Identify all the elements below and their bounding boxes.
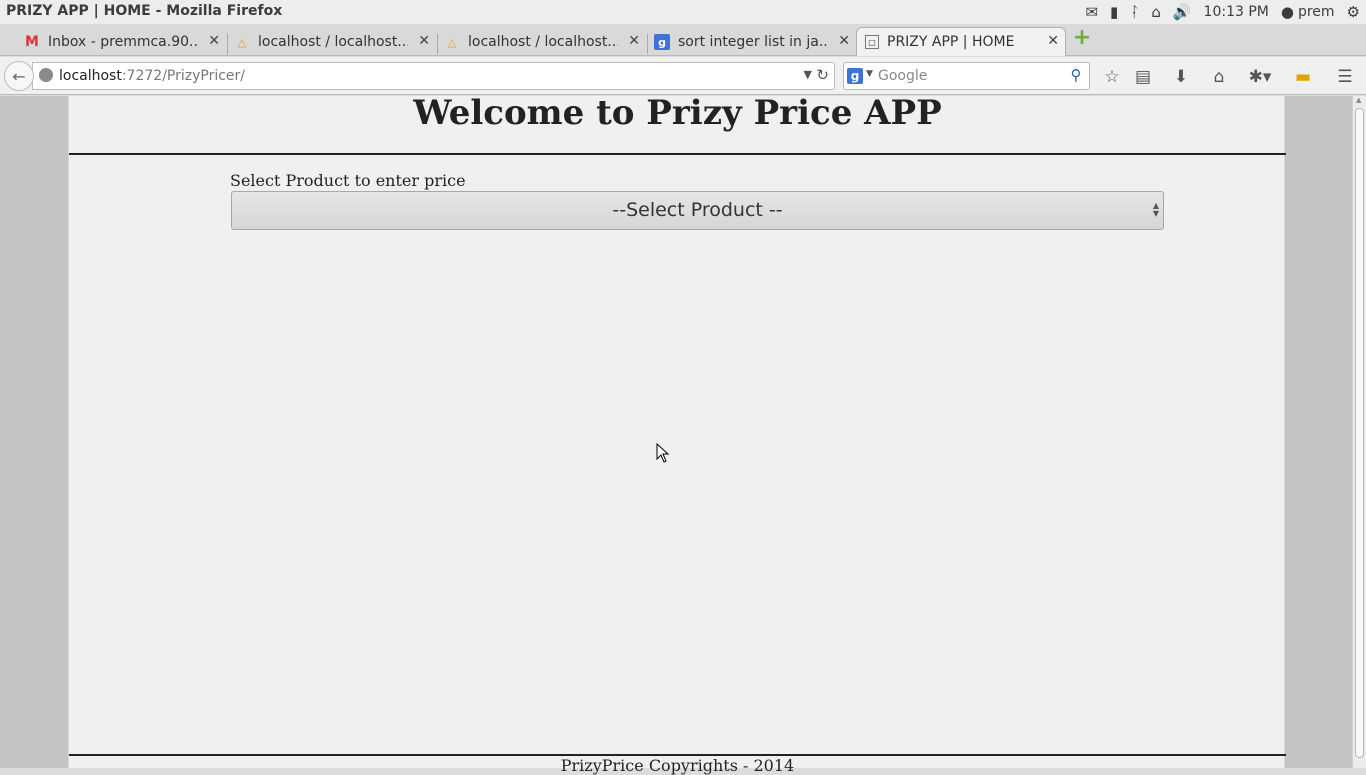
page-footer: PrizyPrice Copyrights - 2014 bbox=[560, 756, 795, 775]
close-icon[interactable]: ✕ bbox=[628, 33, 640, 49]
google-engine-icon[interactable]: g bbox=[847, 68, 863, 84]
page-icon: □ bbox=[865, 35, 879, 49]
bookmark-star-icon[interactable]: ☆ bbox=[1100, 66, 1124, 88]
battery-icon[interactable]: ▮ bbox=[1110, 3, 1118, 21]
close-icon[interactable]: ✕ bbox=[418, 33, 430, 49]
product-select-value: --Select Product -- bbox=[612, 199, 783, 221]
clock[interactable]: 10:13 PM bbox=[1204, 4, 1269, 20]
tab-label: localhost / localhost... bbox=[258, 34, 408, 50]
addon-bar-icon[interactable]: ▬ bbox=[1291, 66, 1315, 88]
user-icon: ● bbox=[1280, 3, 1294, 21]
tab-label: Inbox - premmca.90... bbox=[48, 34, 198, 50]
gear-icon[interactable]: ⚙ bbox=[1347, 3, 1360, 21]
history-dropdown-icon[interactable]: ▼ bbox=[804, 68, 812, 81]
url-path: :7272/PrizyPricer/ bbox=[121, 68, 246, 84]
tab-prizy-home[interactable]: □ PRIZY APP | HOME ✕ bbox=[856, 27, 1066, 56]
phpmyadmin-icon: △ bbox=[447, 35, 457, 49]
tab-strip: M Inbox - premmca.90... ✕ △ localhost / … bbox=[0, 24, 1366, 56]
tab-label: localhost / localhost... bbox=[468, 34, 618, 50]
mail-icon[interactable]: ✉ bbox=[1085, 3, 1098, 21]
navigation-bar: localhost:7272/PrizyPricer/ ▼ ↻ ← g ▼ ⚲ … bbox=[0, 57, 1366, 95]
scrollbar-thumb[interactable] bbox=[1355, 108, 1364, 758]
gmail-icon: M bbox=[25, 34, 39, 50]
downloads-icon[interactable]: ⬇ bbox=[1169, 66, 1193, 88]
tab-label: sort integer list in ja... bbox=[678, 34, 828, 50]
user-name[interactable]: prem bbox=[1298, 4, 1335, 20]
phpmyadmin-icon: △ bbox=[237, 35, 247, 49]
search-input[interactable] bbox=[878, 66, 1058, 86]
page-heading: Welcome to Prizy Price APP bbox=[413, 93, 942, 133]
tab-label: PRIZY APP | HOME bbox=[887, 34, 1015, 50]
url-host: localhost bbox=[59, 68, 122, 84]
close-icon[interactable]: ✕ bbox=[208, 33, 220, 49]
tab-inbox[interactable]: M Inbox - premmca.90... ✕ bbox=[16, 28, 226, 56]
tab-localhost-1[interactable]: △ localhost / localhost... ✕ bbox=[226, 28, 436, 56]
wifi-icon[interactable]: ⌂ bbox=[1151, 3, 1161, 21]
scroll-up-icon[interactable]: ▲ bbox=[1356, 96, 1361, 104]
close-icon[interactable]: ✕ bbox=[1047, 33, 1059, 49]
tab-localhost-2[interactable]: △ localhost / localhost... ✕ bbox=[436, 28, 646, 56]
close-icon[interactable]: ✕ bbox=[838, 33, 850, 49]
web-viewport: Welcome to Prizy Price APP Select Produc… bbox=[0, 93, 1366, 775]
site-identity-icon[interactable] bbox=[39, 68, 53, 82]
product-select-label: Select Product to enter price bbox=[230, 171, 466, 190]
back-button[interactable]: ← bbox=[4, 61, 34, 91]
header-divider bbox=[69, 153, 1286, 155]
google-icon: g bbox=[654, 34, 670, 50]
window-title-bar: PRIZY APP | HOME - Mozilla Firefox ✉ ▮ ᛛ… bbox=[0, 0, 1366, 24]
back-arrow-icon: ← bbox=[12, 66, 26, 86]
engine-dropdown-icon[interactable]: ▼ bbox=[866, 69, 873, 79]
home-icon[interactable]: ⌂ bbox=[1207, 66, 1231, 88]
volume-icon[interactable]: 🔊 bbox=[1173, 3, 1192, 21]
mouse-cursor-icon bbox=[656, 443, 670, 463]
page-container: Welcome to Prizy Price APP Select Produc… bbox=[68, 93, 1286, 775]
new-tab-button[interactable]: + bbox=[1072, 27, 1092, 49]
vertical-scrollbar[interactable]: ▲ bbox=[1352, 96, 1366, 768]
search-bar[interactable]: g ▼ ⚲ bbox=[843, 62, 1090, 90]
menu-icon[interactable]: ☰ bbox=[1333, 66, 1357, 88]
url-text[interactable]: localhost:7272/PrizyPricer/ bbox=[59, 68, 245, 84]
tab-sort-integer[interactable]: g sort integer list in ja... ✕ bbox=[646, 28, 856, 56]
addon-icon[interactable]: ✱▾ bbox=[1243, 66, 1277, 88]
bookmarks-menu-icon[interactable]: ▤ bbox=[1131, 66, 1155, 88]
search-icon[interactable]: ⚲ bbox=[1066, 66, 1086, 86]
bluetooth-icon[interactable]: ᛛ bbox=[1130, 3, 1139, 21]
system-tray: ✉ ▮ ᛛ ⌂ 🔊 10:13 PM ● prem ⚙ bbox=[1085, 2, 1360, 22]
product-select[interactable]: --Select Product -- ▲ ▼ bbox=[231, 191, 1164, 230]
window-title: PRIZY APP | HOME - Mozilla Firefox bbox=[6, 3, 283, 19]
reload-icon[interactable]: ↻ bbox=[816, 66, 829, 84]
url-bar[interactable]: localhost:7272/PrizyPricer/ ▼ ↻ bbox=[32, 62, 835, 90]
select-arrows-icon: ▲ ▼ bbox=[1152, 201, 1159, 218]
